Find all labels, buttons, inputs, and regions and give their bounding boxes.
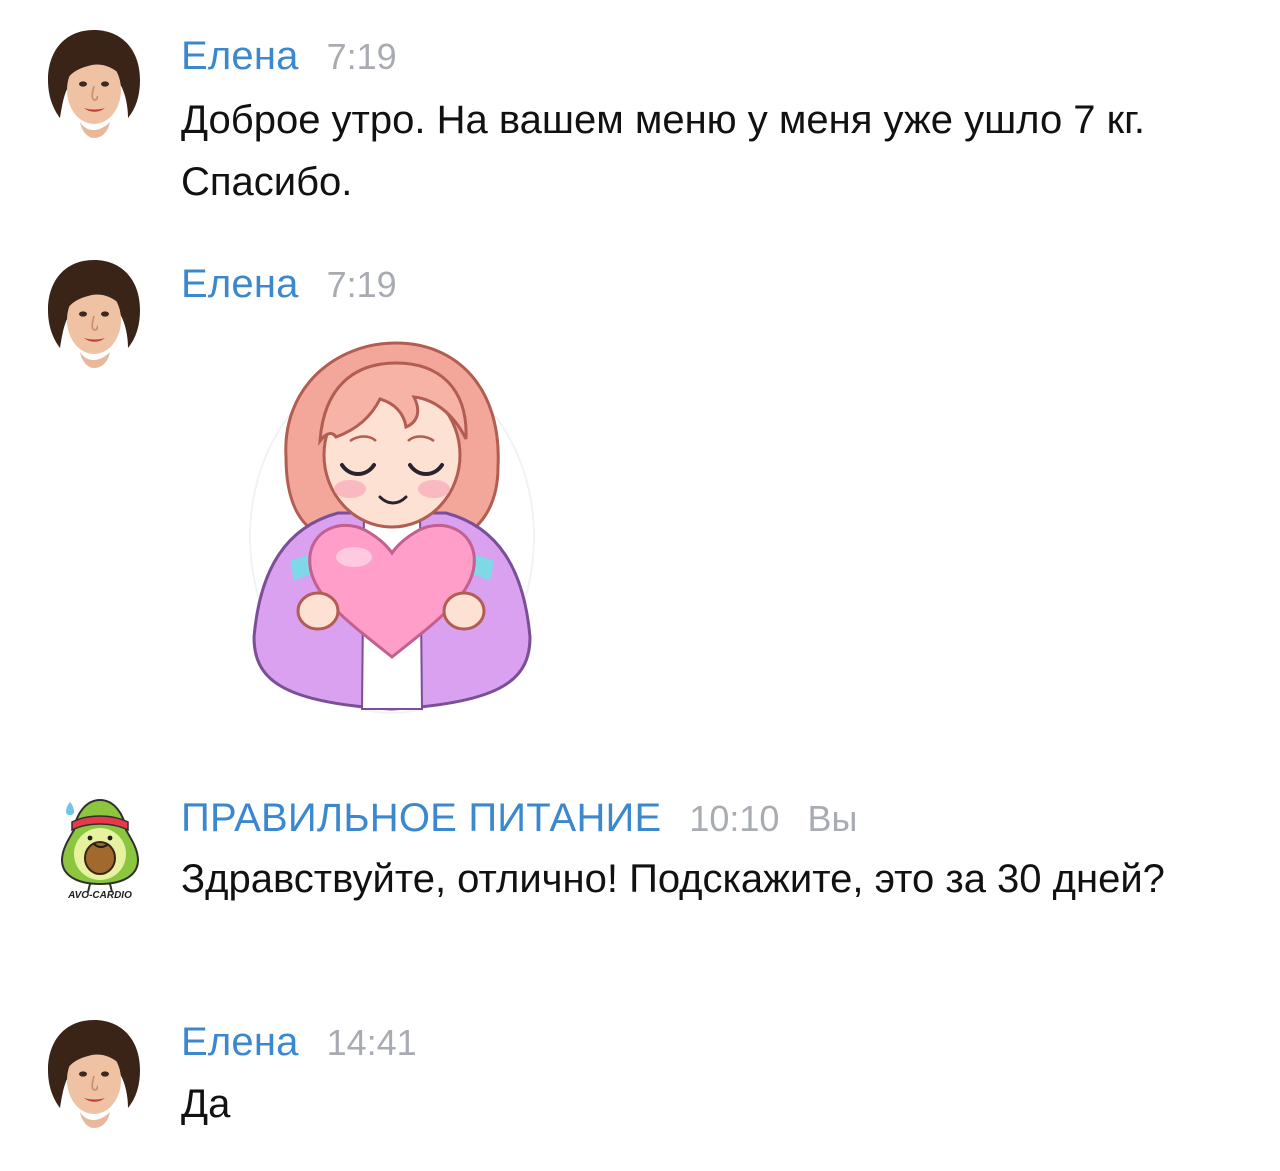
you-label: Вы: [807, 798, 858, 839]
message-text: Да: [181, 1082, 231, 1126]
message-text: Здравствуйте, отлично! Подскажите, это з…: [181, 857, 1165, 901]
author-name[interactable]: Елена: [181, 34, 299, 79]
message-text: Доброе утро. На вашем меню у меня уже уш…: [181, 98, 1145, 204]
elena-avatar[interactable]: [42, 26, 146, 142]
author-name[interactable]: ПРАВИЛЬНОЕ ПИТАНИЕ: [181, 796, 661, 841]
elena-avatar[interactable]: [42, 256, 146, 372]
message-time: 7:19: [326, 36, 397, 77]
message-header: Елена 14:41: [181, 1020, 417, 1065]
message-time: 14:41: [326, 1022, 417, 1063]
author-name[interactable]: Елена: [181, 262, 299, 307]
author-name[interactable]: Елена: [181, 1020, 299, 1065]
avo-cardio-avatar[interactable]: AVO-CARDIO: [48, 792, 152, 900]
elena-avatar[interactable]: [42, 1016, 146, 1132]
girl-hugging-heart-sticker[interactable]: [246, 337, 538, 717]
message-header: Елена 7:19: [181, 34, 397, 79]
avatar-caption: AVO-CARDIO: [67, 890, 132, 900]
message-time: 7:19: [326, 264, 397, 305]
message-time: 10:10: [689, 798, 780, 839]
message-header: ПРАВИЛЬНОЕ ПИТАНИЕ 10:10 Вы: [181, 796, 857, 841]
message-header: Елена 7:19: [181, 262, 397, 307]
